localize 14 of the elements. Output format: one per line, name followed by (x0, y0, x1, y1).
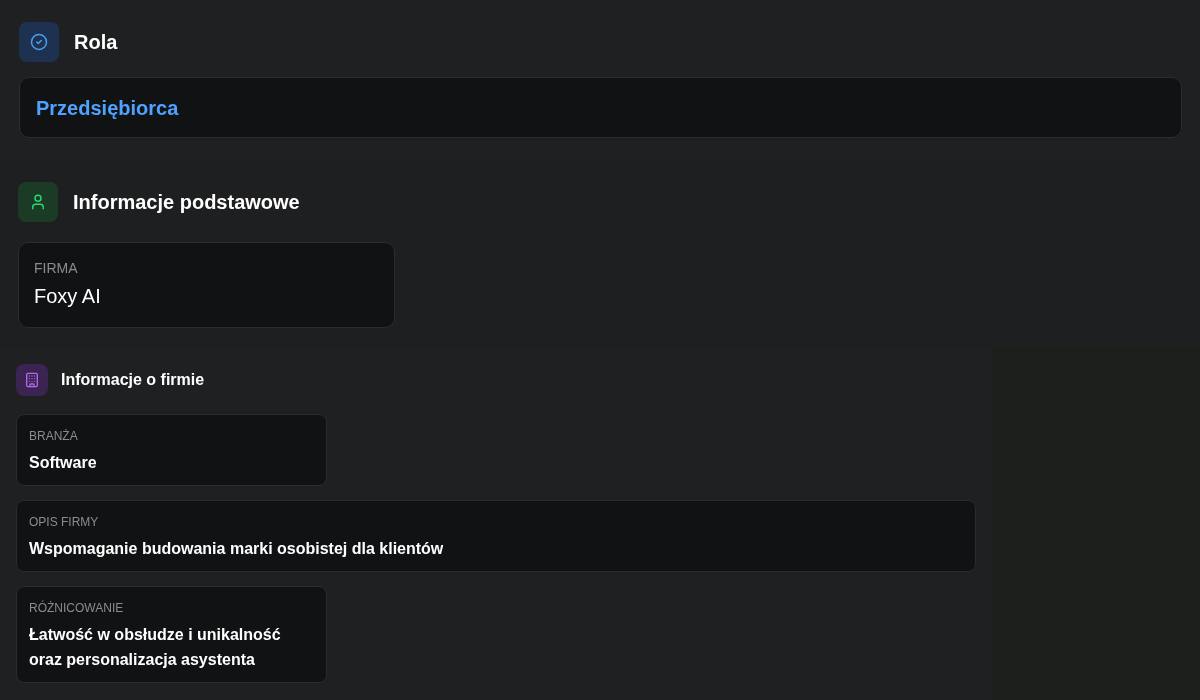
user-icon (18, 182, 58, 222)
field-value: Software (29, 453, 98, 473)
section-title: Informacje podstawowe (73, 190, 300, 215)
building-icon (16, 364, 48, 396)
field-value: Foxy AI (34, 284, 102, 309)
section-title: Informacje o firmie (61, 370, 205, 390)
field-value: Wspomaganie budowania marki osobistej dla klientów (29, 539, 445, 559)
field-label: BRANŻA (29, 428, 79, 444)
field-label: RÓŻNICOWANIE (29, 600, 125, 616)
field-label: OPIS FIRMY (29, 514, 100, 530)
section-title: Rola (74, 30, 118, 55)
field-label: FIRMA (34, 259, 79, 277)
role-value: Przedsiębiorca (36, 95, 179, 121)
field-value: Łatwość w obsłudze i unikalność oraz personalizacja asystenta (29, 625, 282, 670)
